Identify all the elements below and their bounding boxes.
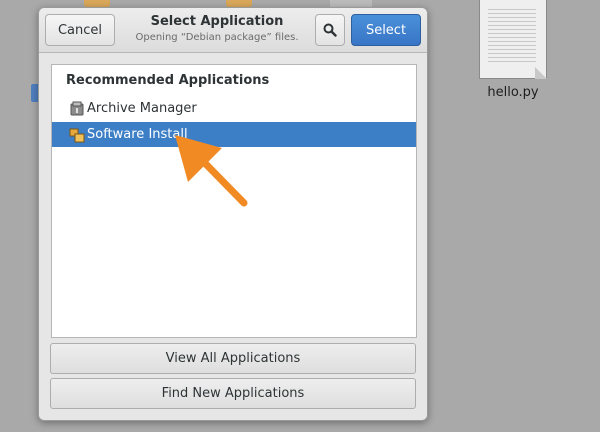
dialog-header: Cancel Select Application Opening “Debia… [39,8,427,53]
view-all-applications-button[interactable]: View All Applications [50,343,416,374]
find-new-applications-button[interactable]: Find New Applications [50,378,416,409]
search-button[interactable] [315,14,345,46]
cancel-button[interactable]: Cancel [45,14,115,46]
select-button[interactable]: Select [351,14,421,46]
software-install-icon [69,127,85,143]
dialog-subtitle: Opening “Debian package” files. [135,32,299,43]
app-name: Archive Manager [87,101,197,116]
dialog-title: Select Application [150,14,284,29]
archive-manager-icon [69,101,85,117]
file-label[interactable]: hello.py [478,85,548,100]
list-item-archive-manager[interactable]: Archive Manager [52,96,416,121]
python-file-icon[interactable] [479,0,547,79]
search-icon [323,23,337,37]
list-heading: Recommended Applications [66,73,270,88]
annotation-arrow-icon [175,135,248,207]
